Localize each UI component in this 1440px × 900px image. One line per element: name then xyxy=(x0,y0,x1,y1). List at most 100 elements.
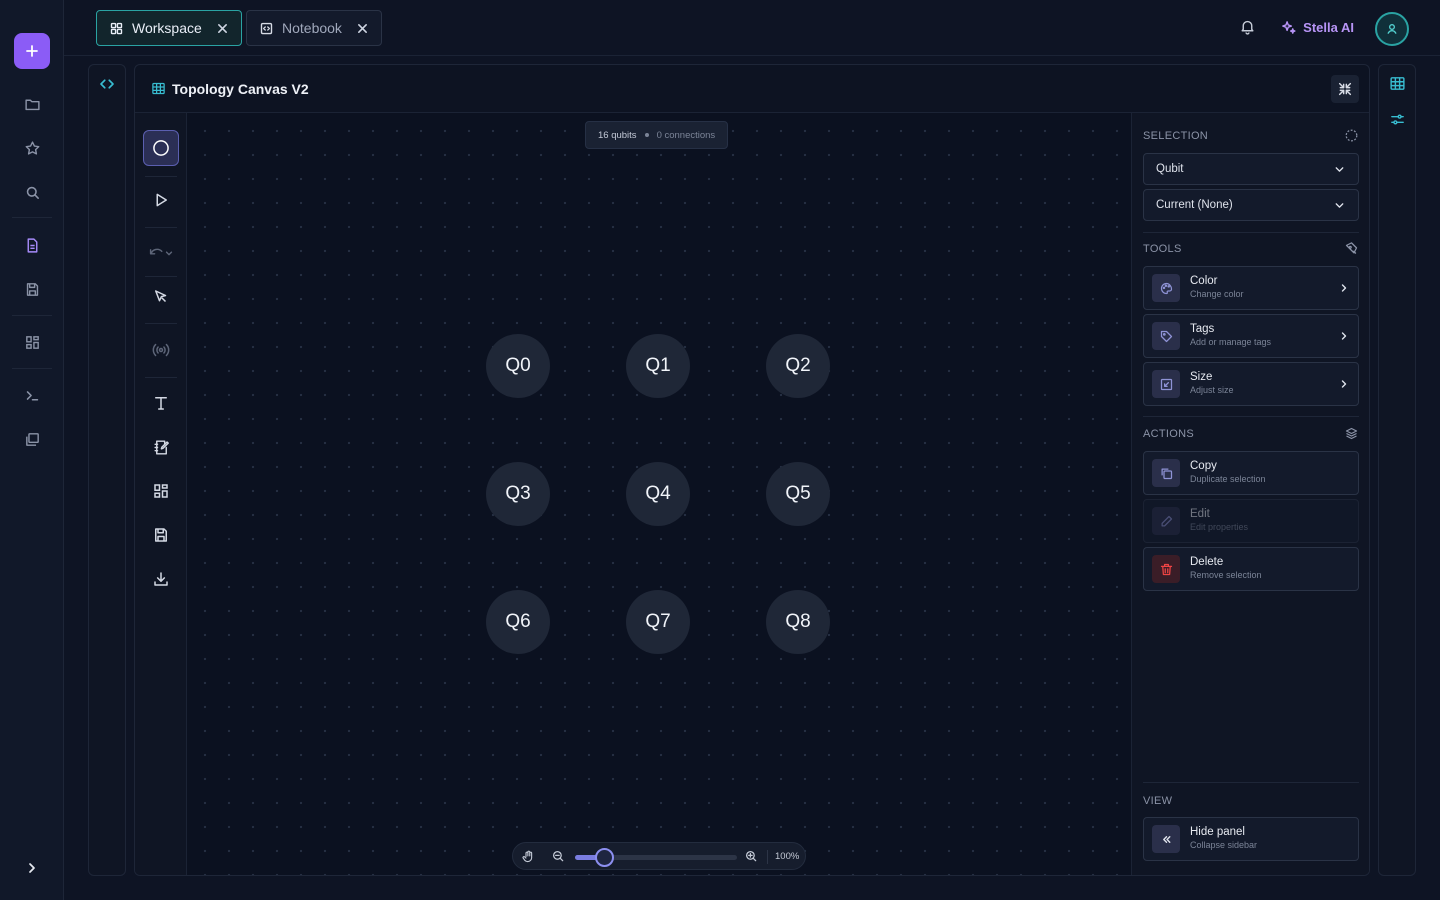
tool-label: Size xyxy=(1190,371,1213,383)
rail-search-button[interactable] xyxy=(14,174,50,210)
action-edit-row[interactable]: Edit Edit properties xyxy=(1143,499,1359,543)
palette-icon xyxy=(1152,274,1180,302)
qubit-node[interactable]: Q6 xyxy=(486,590,550,654)
settings-sliders-button[interactable] xyxy=(1389,111,1406,128)
layers-icon xyxy=(1345,427,1358,440)
tool-color-row[interactable]: Color Change color xyxy=(1143,266,1359,310)
expand-rail-button[interactable] xyxy=(14,850,50,886)
rail-documents-button[interactable] xyxy=(14,227,50,263)
tool-description: Add or manage tags xyxy=(1190,337,1272,347)
user-avatar-button[interactable] xyxy=(1375,12,1409,46)
new-item-button[interactable] xyxy=(14,33,50,69)
rail-folder-button[interactable] xyxy=(14,86,50,122)
user-icon xyxy=(1387,24,1397,34)
pan-tool-button[interactable] xyxy=(521,849,536,864)
connection-count: 0 connections xyxy=(656,129,716,141)
tool-strip xyxy=(135,113,187,875)
qubit-node[interactable]: Q4 xyxy=(626,462,690,526)
chevron-down-icon xyxy=(1335,166,1344,172)
tool-tags-row[interactable]: Tags Add or manage tags xyxy=(1143,314,1359,358)
brush-icon xyxy=(1345,242,1358,254)
hide-panel-row[interactable]: Hide panel Collapse sidebar xyxy=(1143,817,1359,861)
dashboard-icon xyxy=(25,335,39,349)
tab-workspace[interactable]: Workspace xyxy=(96,10,242,46)
separator-dot xyxy=(644,133,649,137)
notebook-edit-icon xyxy=(153,439,169,455)
select-tool-button[interactable] xyxy=(143,279,179,315)
terminal-icon xyxy=(26,390,38,401)
zoom-in-button[interactable] xyxy=(744,849,758,863)
chevron-right-icon xyxy=(1341,380,1347,388)
panel-title: Topology Canvas V2 xyxy=(172,80,309,97)
action-copy-row[interactable]: Copy Duplicate selection xyxy=(1143,451,1359,495)
qubit-tool-button[interactable] xyxy=(143,130,179,166)
rail-divider xyxy=(12,217,52,218)
tool-divider xyxy=(145,323,177,324)
zoom-out-button[interactable] xyxy=(551,849,565,863)
rail-dashboard-button[interactable] xyxy=(14,324,50,360)
action-label: Copy xyxy=(1190,460,1217,472)
tool-description: Adjust size xyxy=(1190,385,1234,395)
close-icon[interactable] xyxy=(216,22,229,35)
action-delete-row[interactable]: Delete Remove selection xyxy=(1143,547,1359,591)
tool-divider xyxy=(145,176,177,177)
rail-terminal-button[interactable] xyxy=(14,377,50,413)
folder-icon xyxy=(24,99,40,110)
broadcast-tool-button[interactable] xyxy=(143,332,179,368)
note-tool-button[interactable] xyxy=(143,429,179,465)
tools-menu-button[interactable] xyxy=(1344,241,1359,256)
grid-icon xyxy=(110,22,123,34)
expand-code-panel-button[interactable] xyxy=(98,75,116,93)
code-panel-collapsed xyxy=(88,64,126,876)
rail-gallery-button[interactable] xyxy=(14,421,50,457)
text-tool-button[interactable] xyxy=(143,385,179,421)
qubit-node[interactable]: Q2 xyxy=(766,334,830,398)
qubit-node[interactable]: Q7 xyxy=(626,590,690,654)
table-view-button[interactable] xyxy=(1389,75,1406,92)
topology-canvas[interactable]: 16 qubits 0 connections Q0 Q1 Q2 Q3 Q4 Q… xyxy=(187,113,1131,875)
tool-divider xyxy=(145,227,177,228)
zoom-slider[interactable] xyxy=(575,848,737,867)
action-label: Delete xyxy=(1190,556,1224,568)
save-canvas-button[interactable] xyxy=(143,517,179,553)
tool-size-row[interactable]: Size Adjust size xyxy=(1143,362,1359,406)
section-divider xyxy=(1143,782,1359,783)
sparkles-icon xyxy=(1282,21,1296,34)
zoom-slider-thumb[interactable] xyxy=(594,848,614,867)
download-icon xyxy=(154,572,168,586)
notifications-button[interactable] xyxy=(1239,18,1256,35)
undo-button[interactable] xyxy=(143,235,179,271)
rail-divider xyxy=(12,315,52,316)
broadcast-icon xyxy=(152,343,170,357)
top-bar: Workspace Notebook Stella AI xyxy=(64,0,1440,56)
minimize-panel-button[interactable] xyxy=(1331,75,1359,103)
current-selection-select[interactable]: Current (None) xyxy=(1143,189,1359,221)
tool-label: Tags xyxy=(1190,323,1215,335)
rail-favorites-button[interactable] xyxy=(14,130,50,166)
assistant-button[interactable]: Stella AI xyxy=(1280,19,1354,36)
qubit-node[interactable]: Q8 xyxy=(766,590,830,654)
hand-icon xyxy=(522,850,533,863)
qubit-node[interactable]: Q1 xyxy=(626,334,690,398)
rail-save-button[interactable] xyxy=(14,271,50,307)
rail-divider xyxy=(12,368,52,369)
layout-tool-button[interactable] xyxy=(143,473,179,509)
plus-icon xyxy=(26,45,38,57)
selection-type-select[interactable]: Qubit xyxy=(1143,153,1359,185)
close-icon[interactable] xyxy=(356,22,369,35)
gallery-icon xyxy=(25,432,39,446)
download-button[interactable] xyxy=(143,561,179,597)
action-description: Duplicate selection xyxy=(1190,474,1266,484)
selection-refresh-button[interactable] xyxy=(1344,128,1359,143)
circle-icon xyxy=(153,140,169,156)
chevron-down-icon xyxy=(1335,202,1344,208)
qubit-node[interactable]: Q5 xyxy=(766,462,830,526)
qubit-node[interactable]: Q3 xyxy=(486,462,550,526)
trash-icon xyxy=(1152,555,1180,583)
qubit-node[interactable]: Q0 xyxy=(486,334,550,398)
actions-menu-button[interactable] xyxy=(1344,426,1359,441)
dashed-circle-icon xyxy=(1345,129,1358,142)
run-button[interactable] xyxy=(143,182,179,218)
tab-notebook[interactable]: Notebook xyxy=(246,10,382,46)
zoom-divider xyxy=(767,850,768,864)
